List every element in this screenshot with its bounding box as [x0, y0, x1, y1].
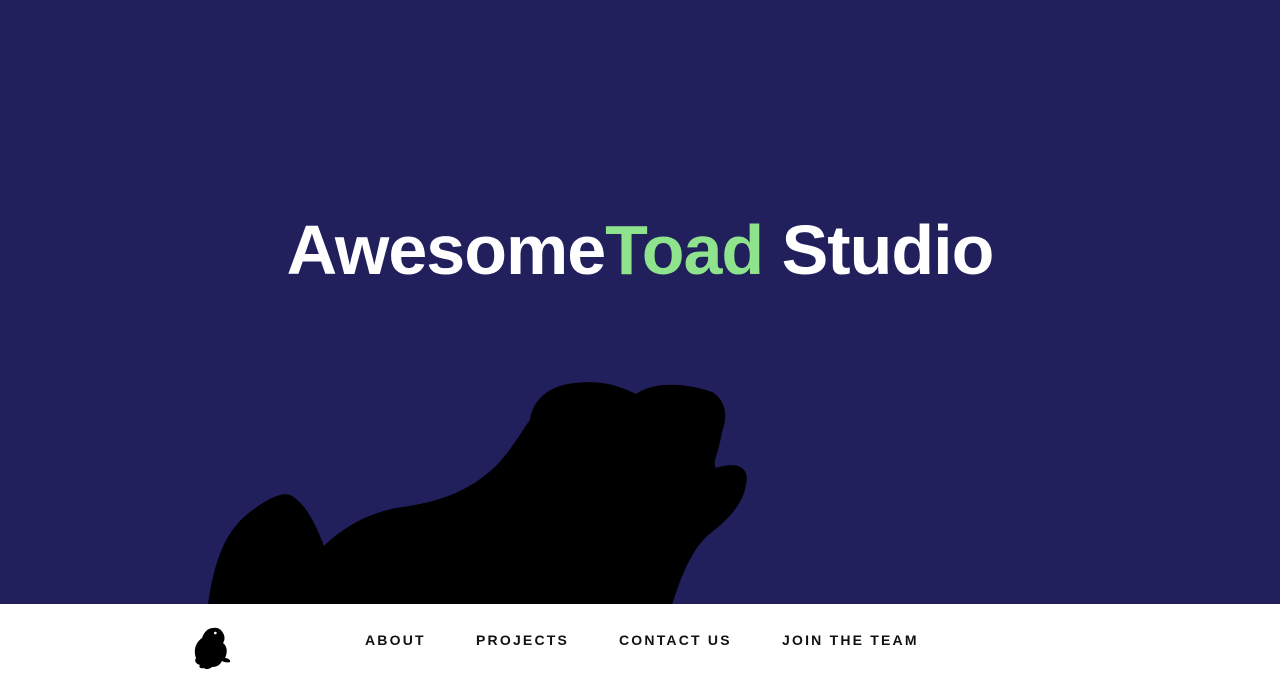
- nav-link-contact-us[interactable]: CONTACT US: [619, 631, 732, 649]
- nav-link-about[interactable]: ABOUT: [365, 631, 426, 649]
- toad-logo-icon[interactable]: [190, 622, 232, 670]
- hero-title: AwesomeToad Studio: [0, 210, 1280, 290]
- toad-silhouette-icon: [208, 382, 747, 604]
- hero-section: AwesomeToad Studio: [0, 0, 1280, 604]
- nav-link-join-the-team[interactable]: JOIN THE TEAM: [782, 631, 919, 649]
- title-part-studio: Studio: [763, 211, 995, 289]
- title-part-awesome: Awesome: [286, 211, 607, 289]
- nav-link-projects[interactable]: PROJECTS: [476, 631, 569, 649]
- title-part-toad: Toad: [605, 211, 764, 289]
- toad-silhouette-shape: [208, 382, 747, 604]
- main-navbar: ABOUT PROJECTS CONTACT US JOIN THE TEAM: [0, 604, 1280, 678]
